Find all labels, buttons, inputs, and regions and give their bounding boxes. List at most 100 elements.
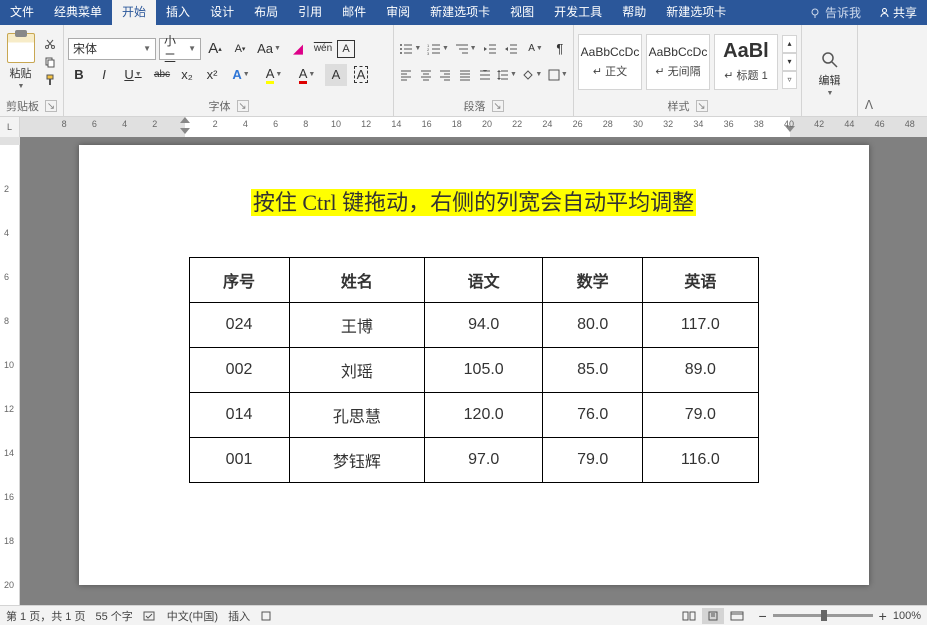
distribute-button[interactable] bbox=[476, 64, 493, 86]
para-launcher[interactable]: ↘ bbox=[492, 100, 504, 112]
table-header[interactable]: 序号 bbox=[189, 258, 289, 303]
table-header[interactable]: 英语 bbox=[643, 258, 758, 303]
table-cell[interactable]: 79.0 bbox=[543, 438, 643, 483]
align-left-button[interactable] bbox=[398, 64, 415, 86]
menu-tab-13[interactable]: 新建选项卡 bbox=[656, 0, 736, 25]
style-tile-1[interactable]: AaBbCcDc↵ 无间隔 bbox=[646, 34, 710, 90]
format-painter-button[interactable] bbox=[41, 72, 59, 88]
shrink-font-button[interactable]: A▾ bbox=[229, 38, 251, 60]
menu-tab-9[interactable]: 新建选项卡 bbox=[420, 0, 500, 25]
table-cell[interactable]: 014 bbox=[189, 393, 289, 438]
copy-button[interactable] bbox=[41, 54, 59, 70]
table-cell[interactable]: 89.0 bbox=[643, 348, 758, 393]
bold-button[interactable]: B bbox=[68, 64, 90, 86]
table-cell[interactable]: 117.0 bbox=[643, 303, 758, 348]
align-center-button[interactable] bbox=[418, 64, 435, 86]
justify-button[interactable] bbox=[457, 64, 474, 86]
menu-tab-3[interactable]: 插入 bbox=[156, 0, 200, 25]
style-tile-0[interactable]: AaBbCcDc↵ 正文 bbox=[578, 34, 642, 90]
italic-button[interactable]: I bbox=[93, 64, 115, 86]
text-direction-button[interactable]: A▼ bbox=[523, 38, 548, 60]
table-row[interactable]: 002刘瑶105.085.089.0 bbox=[189, 348, 758, 393]
table-cell[interactable]: 孔思慧 bbox=[289, 393, 425, 438]
shading-button[interactable]: ▼ bbox=[521, 64, 543, 86]
font-size-combo[interactable]: 小二▼ bbox=[159, 38, 201, 60]
menu-tab-5[interactable]: 布局 bbox=[244, 0, 288, 25]
styles-more[interactable]: ▿ bbox=[782, 71, 797, 89]
vertical-ruler[interactable]: 2468101214161820 bbox=[0, 137, 20, 605]
zoom-slider[interactable] bbox=[773, 614, 873, 617]
menu-tab-10[interactable]: 视图 bbox=[500, 0, 544, 25]
font-launcher[interactable]: ↘ bbox=[237, 100, 249, 112]
table-cell[interactable]: 001 bbox=[189, 438, 289, 483]
table-cell[interactable]: 79.0 bbox=[643, 393, 758, 438]
table-cell[interactable]: 116.0 bbox=[643, 438, 758, 483]
grow-font-button[interactable]: A▴ bbox=[204, 38, 226, 60]
increase-indent-button[interactable] bbox=[502, 38, 520, 60]
multilevel-button[interactable]: ▼ bbox=[453, 38, 478, 60]
superscript-button[interactable]: x² bbox=[201, 64, 223, 86]
borders-button[interactable]: ▼ bbox=[547, 64, 569, 86]
first-line-indent[interactable] bbox=[180, 117, 190, 135]
horizontal-ruler[interactable]: 8642246810121416182022242628303234363840… bbox=[20, 117, 927, 137]
table-header[interactable]: 数学 bbox=[543, 258, 643, 303]
table-cell[interactable]: 王博 bbox=[289, 303, 425, 348]
text-effects-button[interactable]: A▼ bbox=[226, 64, 256, 86]
table-cell[interactable]: 105.0 bbox=[425, 348, 543, 393]
strike-button[interactable]: abc bbox=[151, 64, 173, 86]
clipboard-launcher[interactable]: ↘ bbox=[45, 100, 57, 112]
change-case-button[interactable]: Aa▼ bbox=[254, 38, 284, 60]
page-status[interactable]: 第 1 页，共 1 页 bbox=[6, 608, 85, 624]
numbering-button[interactable]: 123▼ bbox=[426, 38, 451, 60]
menu-tab-12[interactable]: 帮助 bbox=[612, 0, 656, 25]
tab-selector[interactable]: L bbox=[0, 117, 20, 137]
bullets-button[interactable]: ▼ bbox=[398, 38, 423, 60]
menu-tab-11[interactable]: 开发工具 bbox=[544, 0, 612, 25]
table-cell[interactable]: 76.0 bbox=[543, 393, 643, 438]
insert-mode[interactable]: 插入 bbox=[228, 608, 250, 624]
word-count[interactable]: 55 个字 bbox=[95, 608, 132, 624]
menu-tab-6[interactable]: 引用 bbox=[288, 0, 332, 25]
decrease-indent-button[interactable] bbox=[481, 38, 499, 60]
menu-tab-0[interactable]: 文件 bbox=[0, 0, 44, 25]
collapse-ribbon-button[interactable]: ᐱ bbox=[858, 25, 880, 116]
table-cell[interactable]: 120.0 bbox=[425, 393, 543, 438]
table-cell[interactable]: 024 bbox=[189, 303, 289, 348]
table-cell[interactable]: 刘瑶 bbox=[289, 348, 425, 393]
char-border-button[interactable]: A bbox=[350, 64, 372, 86]
styles-up[interactable]: ▴ bbox=[782, 35, 797, 53]
find-button[interactable]: 编辑 ▼ bbox=[819, 50, 841, 97]
menu-tab-7[interactable]: 邮件 bbox=[332, 0, 376, 25]
table-header[interactable]: 姓名 bbox=[289, 258, 425, 303]
spellcheck-icon[interactable] bbox=[143, 610, 157, 622]
table-row[interactable]: 024王博94.080.0117.0 bbox=[189, 303, 758, 348]
paste-button[interactable]: 粘贴 ▼ bbox=[4, 33, 37, 90]
document-canvas[interactable]: 按住 Ctrl 键拖动，右侧的列宽会自动平均调整 序号姓名语文数学英语 024王… bbox=[20, 137, 927, 605]
char-shading-button[interactable]: A bbox=[325, 64, 347, 86]
table-cell[interactable]: 85.0 bbox=[543, 348, 643, 393]
font-color-button[interactable]: A▼ bbox=[292, 64, 322, 86]
table-cell[interactable]: 002 bbox=[189, 348, 289, 393]
print-view-button[interactable] bbox=[702, 608, 724, 624]
table-cell[interactable]: 97.0 bbox=[425, 438, 543, 483]
clear-format-button[interactable]: ◢ bbox=[287, 38, 309, 60]
tell-me[interactable]: 告诉我 bbox=[801, 4, 869, 21]
enclose-char-button[interactable]: A bbox=[337, 40, 355, 58]
table-row[interactable]: 014孔思慧120.076.079.0 bbox=[189, 393, 758, 438]
table-row[interactable]: 001梦钰辉97.079.0116.0 bbox=[189, 438, 758, 483]
table-header[interactable]: 语文 bbox=[425, 258, 543, 303]
styles-down[interactable]: ▾ bbox=[782, 53, 797, 71]
cut-button[interactable] bbox=[41, 36, 59, 52]
menu-tab-8[interactable]: 审阅 bbox=[376, 0, 420, 25]
zoom-out-button[interactable]: − bbox=[758, 608, 766, 624]
underline-button[interactable]: U▼ bbox=[118, 64, 148, 86]
language-status[interactable]: 中文(中国) bbox=[167, 608, 218, 624]
subscript-button[interactable]: x₂ bbox=[176, 64, 198, 86]
data-table[interactable]: 序号姓名语文数学英语 024王博94.080.0117.0002刘瑶105.08… bbox=[189, 257, 759, 483]
highlight-button[interactable]: A▼ bbox=[259, 64, 289, 86]
phonetic-button[interactable]: wén bbox=[312, 38, 334, 60]
show-marks-button[interactable]: ¶ bbox=[551, 38, 569, 60]
menu-tab-2[interactable]: 开始 bbox=[112, 0, 156, 25]
share-button[interactable]: 共享 bbox=[869, 4, 927, 21]
table-cell[interactable]: 梦钰辉 bbox=[289, 438, 425, 483]
